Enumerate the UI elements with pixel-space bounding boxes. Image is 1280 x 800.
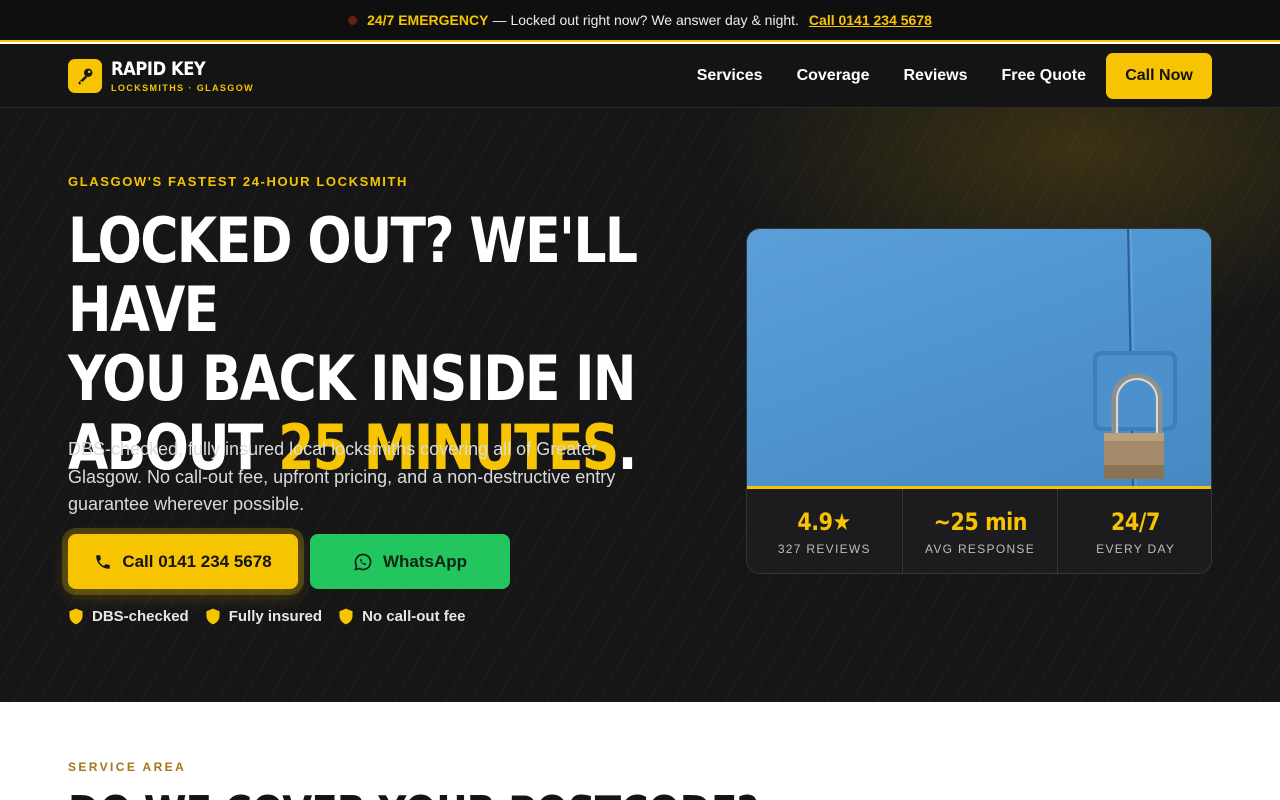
nav-link-services[interactable]: Services bbox=[697, 67, 763, 85]
badge-insured: Fully insured bbox=[205, 608, 322, 625]
service-area-eyebrow: SERVICE AREA bbox=[68, 760, 187, 774]
badge-no-callout-fee: No call-out fee bbox=[338, 608, 465, 625]
badge-insured-label: Fully insured bbox=[228, 608, 323, 625]
badge-dbs-label: DBS-checked bbox=[92, 608, 189, 625]
stat-availability: 24/7 EVERY DAY bbox=[1058, 489, 1211, 573]
nav-link-reviews[interactable]: Reviews bbox=[903, 67, 967, 85]
headline-line-1: LOCKED OUT? WE'LL HAVE bbox=[68, 204, 638, 346]
emergency-dash: — bbox=[492, 12, 507, 28]
hero-lead: DBS-checked, fully insured local locksmi… bbox=[68, 439, 616, 514]
emergency-message: Locked out right now? We answer day & ni… bbox=[510, 12, 799, 28]
call-now-button[interactable]: Call Now bbox=[1106, 53, 1212, 99]
headline-line-2: YOU BACK INSIDE IN bbox=[68, 342, 636, 415]
shield-icon bbox=[339, 608, 353, 625]
shield-icon bbox=[206, 608, 220, 625]
stat-availability-label: EVERY DAY bbox=[1096, 542, 1176, 556]
brand-logo[interactable]: RAPID KEY LOCKSMITHS · GLASGOW bbox=[68, 59, 254, 93]
key-icon bbox=[68, 59, 102, 93]
hero-eyebrow: GLASGOW'S FASTEST 24-HOUR LOCKSMITH bbox=[68, 174, 409, 189]
badge-no-callout-fee-label: No call-out fee bbox=[362, 608, 466, 625]
badge-dbs: DBS-checked bbox=[68, 608, 189, 625]
hero-photo-card: 4.9★ 327 REVIEWS ~25 min AVG RESPONSE 24… bbox=[746, 228, 1212, 574]
stat-response-value: ~25 min bbox=[933, 508, 1027, 536]
hero-section: GLASGOW'S FASTEST 24-HOUR LOCKSMITH LOCK… bbox=[0, 108, 1280, 702]
shield-icon bbox=[69, 608, 83, 625]
stat-response: ~25 min AVG RESPONSE bbox=[903, 489, 1059, 573]
stat-response-label: AVG RESPONSE bbox=[924, 542, 1036, 556]
alert-dot-icon bbox=[348, 15, 358, 25]
topbar-call-link[interactable]: Call 0141 234 5678 bbox=[809, 12, 932, 28]
whatsapp-button[interactable]: WhatsApp bbox=[310, 534, 510, 589]
stats-row: 4.9★ 327 REVIEWS ~25 min AVG RESPONSE 24… bbox=[747, 489, 1211, 573]
emergency-bar: 24/7 EMERGENCY — Locked out right now? W… bbox=[0, 0, 1280, 42]
emergency-label: 24/7 EMERGENCY bbox=[367, 12, 489, 28]
whatsapp-label: WhatsApp bbox=[382, 551, 468, 571]
stat-rating-value: 4.9★ bbox=[797, 508, 852, 536]
brand-name: RAPID KEY bbox=[111, 57, 206, 80]
nav-links: Services Coverage Reviews Free Quote Cal… bbox=[663, 53, 1212, 99]
hero-call-button[interactable]: Call 0141 234 5678 bbox=[68, 534, 298, 589]
brand-tagline: LOCKSMITHS · GLASGOW bbox=[111, 82, 254, 93]
phone-icon bbox=[96, 554, 111, 569]
stat-availability-value: 24/7 bbox=[1111, 508, 1161, 536]
service-area-title: DO WE COVER YOUR POSTCODE? bbox=[68, 786, 759, 800]
nav-link-coverage[interactable]: Coverage bbox=[797, 67, 870, 85]
stat-rating-label: 327 REVIEWS bbox=[777, 542, 871, 556]
hero-call-label: Call 0141 234 5678 bbox=[122, 551, 272, 571]
stat-rating: 4.9★ 327 REVIEWS bbox=[747, 489, 903, 573]
whatsapp-icon bbox=[354, 553, 372, 571]
service-area-section: SERVICE AREA DO WE COVER YOUR POSTCODE? bbox=[0, 702, 1280, 800]
padlock-photo bbox=[747, 229, 1211, 487]
main-nav: RAPID KEY LOCKSMITHS · GLASGOW Services … bbox=[0, 44, 1280, 108]
nav-link-free-quote[interactable]: Free Quote bbox=[1002, 67, 1086, 85]
trust-badges: DBS-checked Fully insured No call-out fe… bbox=[68, 608, 481, 625]
